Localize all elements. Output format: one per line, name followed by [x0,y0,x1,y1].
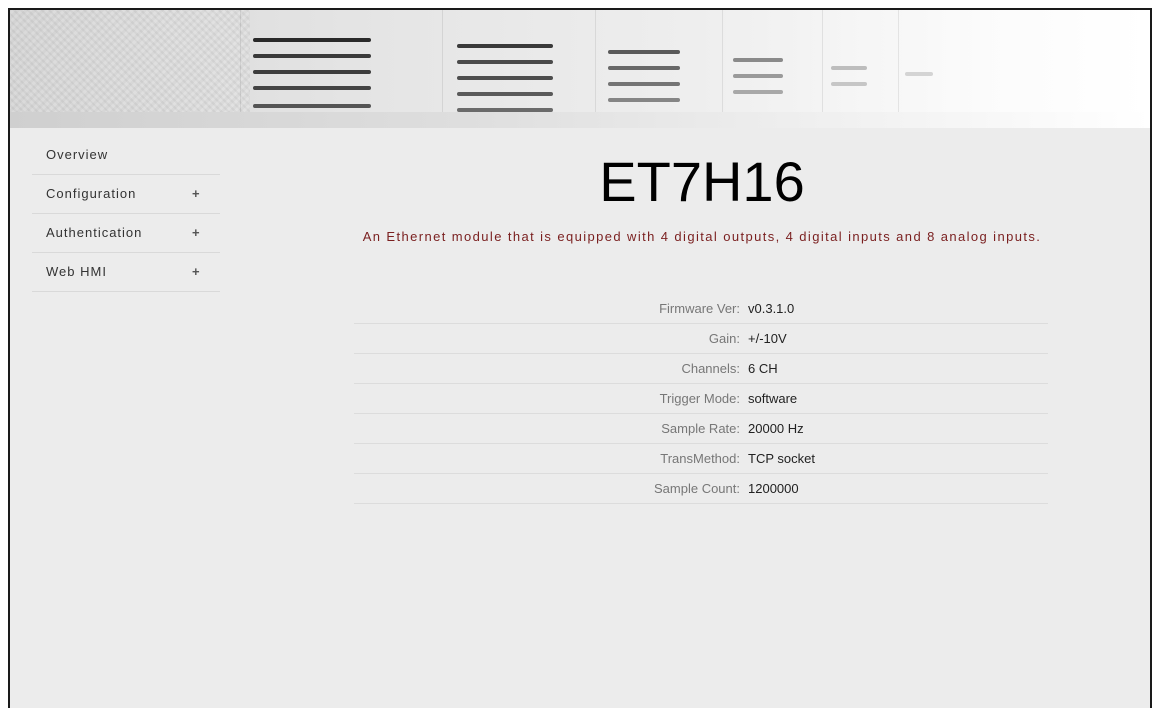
info-value: software [748,391,798,406]
main-area: Overview Configuration + Authentication … [10,128,1150,708]
info-value: +/-10V [748,331,787,346]
page-title: ET7H16 [599,150,805,213]
sidebar-item-authentication[interactable]: Authentication + [32,214,220,253]
plus-icon[interactable]: + [192,225,200,240]
info-value: v0.3.1.0 [748,301,795,316]
info-row-sample-rate: Sample Rate: 20000 Hz [354,414,1048,444]
info-label: Firmware Ver: [659,301,740,316]
info-row-channels: Channels: 6 CH [354,354,1048,384]
info-row-gain: Gain: +/-10V [354,324,1048,354]
info-label: Trigger Mode: [659,391,740,406]
sidebar-item-label: Authentication [46,225,143,240]
device-description: An Ethernet module that is equipped with… [362,229,1042,244]
sidebar-item-label: Overview [46,147,109,162]
info-value: TCP socket [748,451,815,466]
plus-icon[interactable]: + [192,264,200,279]
sidebar-item-configuration[interactable]: Configuration + [32,175,220,214]
header-banner-image [10,10,1150,128]
info-label: Gain: [708,331,740,346]
info-label: TransMethod: [660,451,740,466]
sidebar-item-overview[interactable]: Overview [32,136,220,175]
sidebar-item-web-hmi[interactable]: Web HMI + [32,253,220,292]
info-label: Channels: [681,361,740,376]
device-info-table: Firmware Ver: v0.3.1.0 Gain: +/-10V Chan… [354,294,1048,504]
info-row-trans-method: TransMethod: TCP socket [354,444,1048,474]
info-label: Sample Rate: [661,421,740,436]
info-row-firmware: Firmware Ver: v0.3.1.0 [354,294,1048,324]
info-row-trigger-mode: Trigger Mode: software [354,384,1048,414]
info-label: Sample Count: [654,481,740,496]
info-value: 1200000 [748,481,799,496]
info-value: 6 CH [748,361,778,376]
page-frame: Overview Configuration + Authentication … [8,8,1152,708]
sidebar-item-label: Web HMI [46,264,107,279]
info-row-sample-count: Sample Count: 1200000 [354,474,1048,504]
plus-icon[interactable]: + [192,186,200,201]
info-value: 20000 Hz [748,421,804,436]
sidebar-item-label: Configuration [46,186,137,201]
sidebar-nav: Overview Configuration + Authentication … [32,136,220,292]
